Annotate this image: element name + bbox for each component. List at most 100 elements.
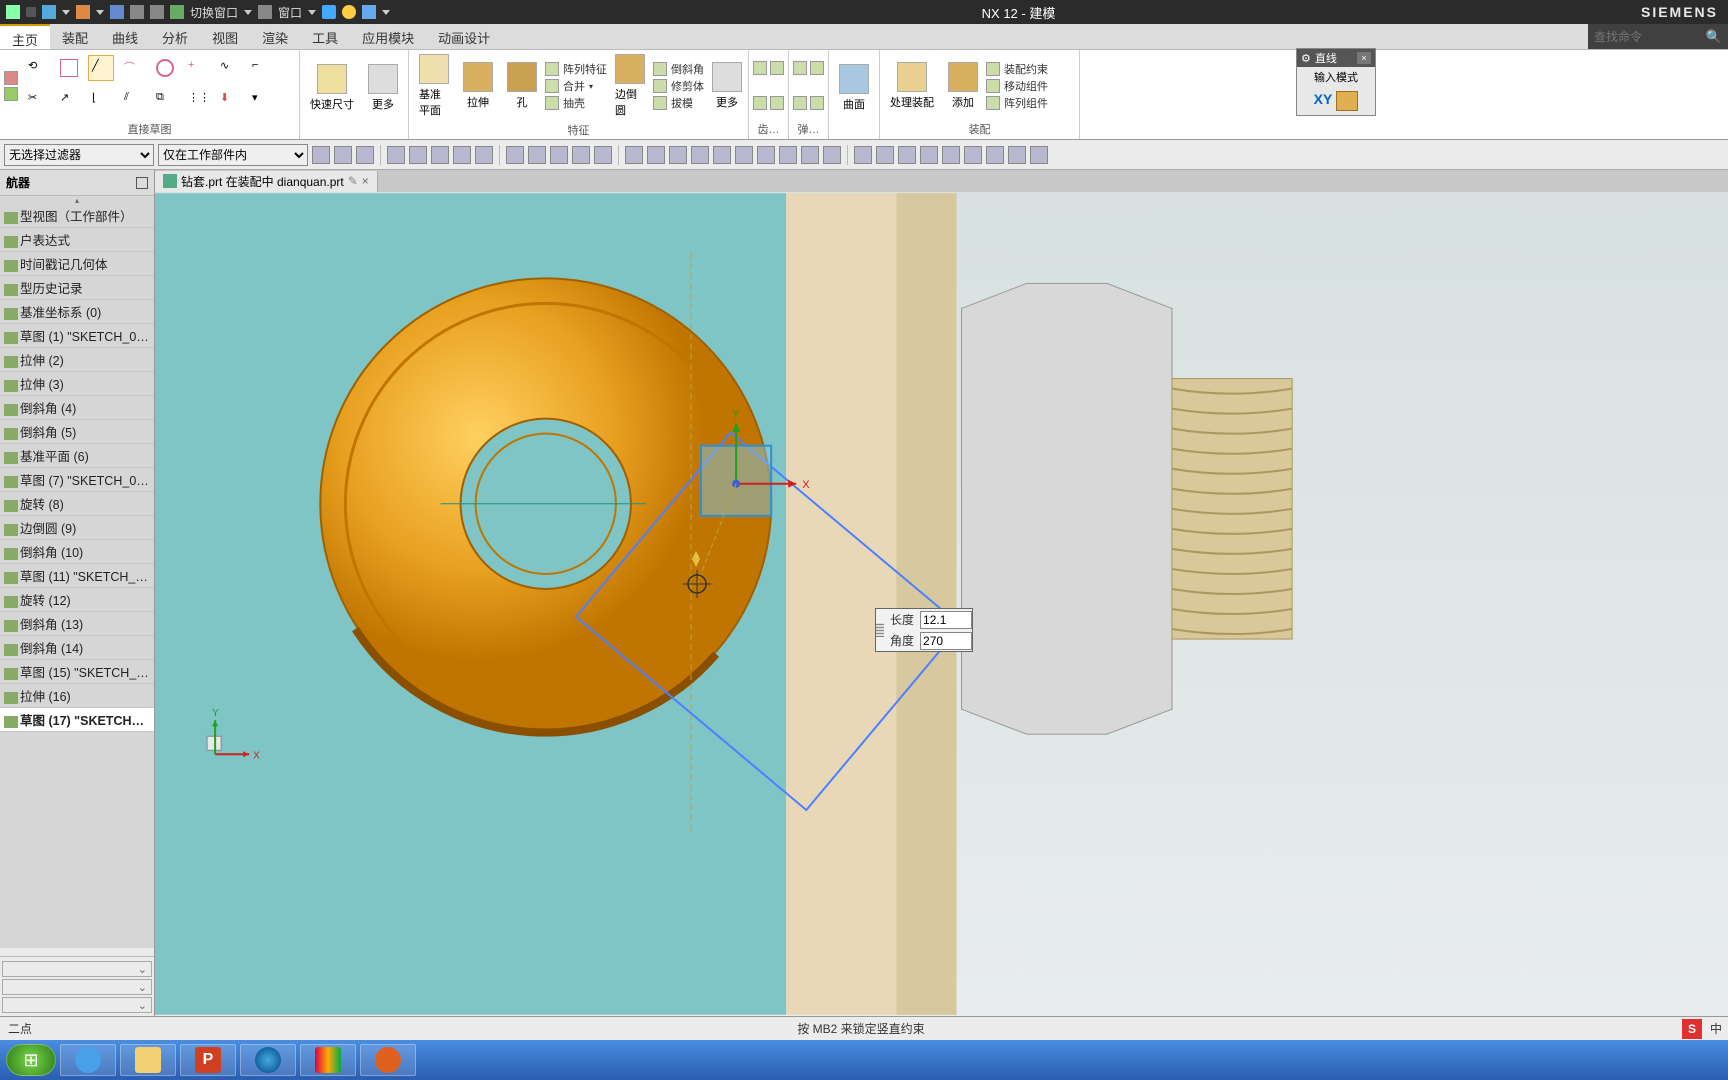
spring-icon-a[interactable] [793,61,807,75]
snap-icon-4[interactable] [572,146,590,164]
search-input[interactable] [1594,30,1694,44]
document-tab[interactable]: 钻套.prt 在装配中 dianquan.prt ✎ × [155,171,378,192]
dropdown-icon[interactable] [308,10,316,15]
tab-animation[interactable]: 动画设计 [426,24,502,49]
hole-button[interactable]: 孔 [501,60,543,112]
view-icon-8[interactable] [1008,146,1026,164]
start-button[interactable]: ⊞ [6,1044,56,1076]
tab-curve[interactable]: 曲线 [100,24,150,49]
snap-icon-15[interactable] [823,146,841,164]
selection-scope-dropdown[interactable]: 仅在工作部件内 [158,144,308,166]
view-icon-2[interactable] [876,146,894,164]
tab-assembly[interactable]: 装配 [50,24,100,49]
graphics-viewport[interactable]: 钻套.prt 在装配中 dianquan.prt ✎ × [155,170,1728,1016]
taskbar-explorer[interactable] [120,1044,176,1076]
sync-icon-c[interactable] [753,96,767,110]
corner-icon[interactable]: ⌊ [88,87,114,113]
tab-tools[interactable]: 工具 [300,24,350,49]
nav-item[interactable]: 倒斜角 (14) [0,636,154,660]
chamfer-button[interactable]: 倒斜角 [653,61,704,77]
nav-item[interactable]: 草图 (1) "SKETCH_000" [0,324,154,348]
view-icon-1[interactable] [854,146,872,164]
nav-item[interactable]: 型视图（工作部件） [0,204,154,228]
snap-icon-5[interactable] [594,146,612,164]
tab-home[interactable]: 主页 [0,24,50,49]
nav-item[interactable]: 户表达式 [0,228,154,252]
shell-button[interactable]: 抽壳 [545,95,607,111]
sel-icon-7[interactable] [453,146,471,164]
dropdown-icon[interactable] [382,10,390,15]
snap-icon-7[interactable] [647,146,665,164]
pattern-sketch-icon[interactable]: ⋮⋮ [184,87,210,113]
constraint-icon[interactable]: ▾ [248,87,274,113]
surface-button[interactable]: 曲面 [833,62,875,114]
app-icon-2[interactable] [342,5,356,19]
view-icon-4[interactable] [920,146,938,164]
nav-item[interactable]: 倒斜角 (4) [0,396,154,420]
offset-icon[interactable]: ⫽ [120,87,146,113]
search-icon[interactable]: 🔍 [1706,29,1722,45]
nav-item[interactable]: 倒斜角 (10) [0,540,154,564]
app-icon-1[interactable] [322,5,336,19]
window-icon[interactable] [258,5,272,19]
switch-window-icon[interactable] [170,5,184,19]
nav-item[interactable]: 基准平面 (6) [0,444,154,468]
taskbar-app-1[interactable] [240,1044,296,1076]
more-button-1[interactable]: 更多 [362,62,404,114]
dropdown-icon[interactable] [244,10,252,15]
ime-lang[interactable]: 中 [1704,1020,1728,1037]
sync-icon-a[interactable] [753,61,767,75]
dropdown-icon[interactable] [96,10,104,15]
snap-icon-6[interactable] [625,146,643,164]
nav-item[interactable]: 倒斜角 (5) [0,420,154,444]
sel-icon-6[interactable] [431,146,449,164]
tab-application[interactable]: 应用模块 [350,24,426,49]
nav-dropdown-3[interactable]: ⌄ [2,997,152,1013]
snap-icon-9[interactable] [691,146,709,164]
circle-icon[interactable] [152,55,178,81]
pattern-comp-button[interactable]: 阵列组件 [986,95,1048,111]
fillet-icon[interactable]: ⌐ [248,55,274,81]
nav-item[interactable]: 旋转 (12) [0,588,154,612]
view-icon-3[interactable] [898,146,916,164]
nav-item[interactable]: 草图 (11) "SKETCH_003" [0,564,154,588]
collapse-handle[interactable]: ▴ [0,196,154,204]
tab-view[interactable]: 视图 [200,24,250,49]
ime-indicator-icon[interactable]: S [1682,1019,1702,1039]
navigator-pin-icon[interactable] [136,177,148,189]
sel-icon-8[interactable] [475,146,493,164]
snap-icon-8[interactable] [669,146,687,164]
nav-scroll-track[interactable] [0,948,154,956]
extend-icon[interactable]: ↗ [56,87,82,113]
save-icon[interactable] [42,5,56,19]
tab-analysis[interactable]: 分析 [150,24,200,49]
view-icon-6[interactable] [964,146,982,164]
dimension-input-box[interactable]: 长度 角度 [875,608,973,652]
drag-handle-icon[interactable] [876,623,884,637]
undo-icon[interactable] [76,5,90,19]
canvas[interactable]: X Y [155,192,1728,1016]
command-search[interactable]: 🔍 [1588,24,1728,49]
process-assy-button[interactable]: 处理装配 [884,60,940,112]
snap-icon-14[interactable] [801,146,819,164]
copy-icon[interactable] [150,5,164,19]
spring-icon-d[interactable] [810,96,824,110]
taskbar-powerpoint[interactable]: P [180,1044,236,1076]
unite-button[interactable]: 合并▾ [545,78,607,94]
redo-icon[interactable] [110,5,124,19]
nav-item[interactable]: 拉伸 (3) [0,372,154,396]
input-mode-header[interactable]: ⚙ 直线 × [1297,49,1375,67]
snap-icon-1[interactable] [506,146,524,164]
nav-item[interactable]: 草图 (15) "SKETCH_004" [0,660,154,684]
arc-icon[interactable]: ⌒ [120,55,146,81]
spline-icon[interactable]: ∿ [216,55,242,81]
dropdown-icon[interactable] [62,10,70,15]
assy-constraint-button[interactable]: 装配约束 [986,61,1048,77]
sync-icon-d[interactable] [770,96,784,110]
extrude-button[interactable]: 拉伸 [457,60,499,112]
move-comp-button[interactable]: 移动组件 [986,78,1048,94]
lock-icon[interactable] [1336,91,1358,111]
window-menu-label[interactable]: 窗口 [278,4,302,21]
rectangle-icon[interactable] [56,55,82,81]
xy-mode-button[interactable]: XY [1314,91,1333,111]
